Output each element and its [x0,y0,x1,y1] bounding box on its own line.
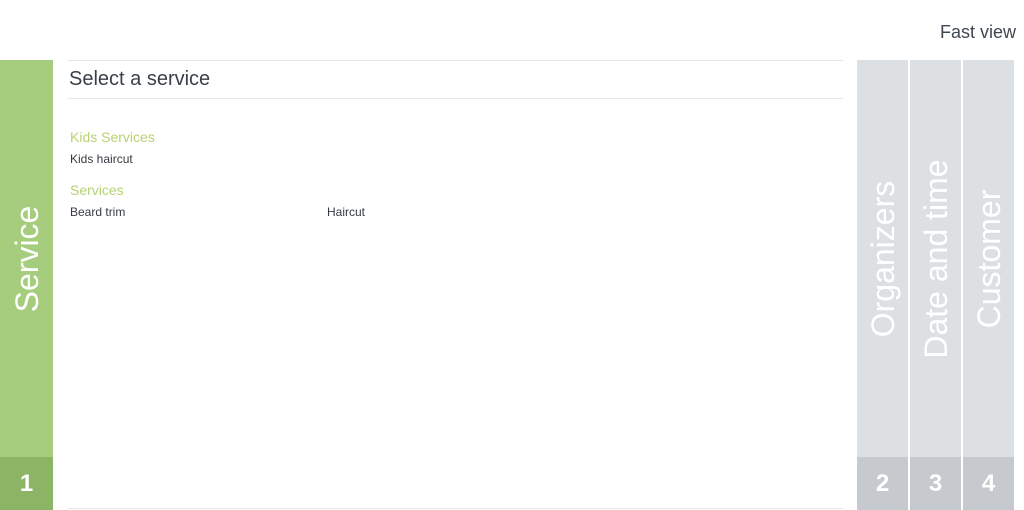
fast-view-link[interactable]: Fast view [940,22,1016,43]
step-label: Service [8,205,45,312]
page-title: Select a service [68,61,843,99]
step-number: 4 [963,457,1014,510]
category-services: Services Beard trim Haircut [70,182,843,219]
step-date-and-time[interactable]: Date and time 3 [910,60,961,510]
step-title-container: Organizers [857,60,908,457]
step-number: 2 [857,457,908,510]
step-number: 3 [910,457,961,510]
step-service[interactable]: Service 1 [0,60,53,510]
step-customer[interactable]: Customer 4 [963,60,1014,510]
service-list: Beard trim Haircut [70,205,843,219]
service-item-beard-trim[interactable]: Beard trim [70,205,327,219]
category-title: Kids Services [70,129,155,145]
step-title-container: Date and time [910,60,961,457]
step-number: 1 [0,457,53,510]
service-selection-panel: Select a service Kids Services Kids hair… [68,60,843,509]
booking-page: Fast view Service 1 Select a service Kid… [0,0,1024,510]
step-label: Customer [970,189,1007,328]
step-label: Organizers [864,180,901,337]
step-title-container: Service [0,60,53,457]
step-organizers[interactable]: Organizers 2 [857,60,908,510]
service-list: Kids haircut [70,152,843,166]
service-item-haircut[interactable]: Haircut [327,205,584,219]
service-item-kids-haircut[interactable]: Kids haircut [70,152,327,166]
step-title-container: Customer [963,60,1014,457]
category-title: Services [70,182,124,198]
step-label: Date and time [917,158,954,359]
category-kids-services: Kids Services Kids haircut [70,129,843,166]
